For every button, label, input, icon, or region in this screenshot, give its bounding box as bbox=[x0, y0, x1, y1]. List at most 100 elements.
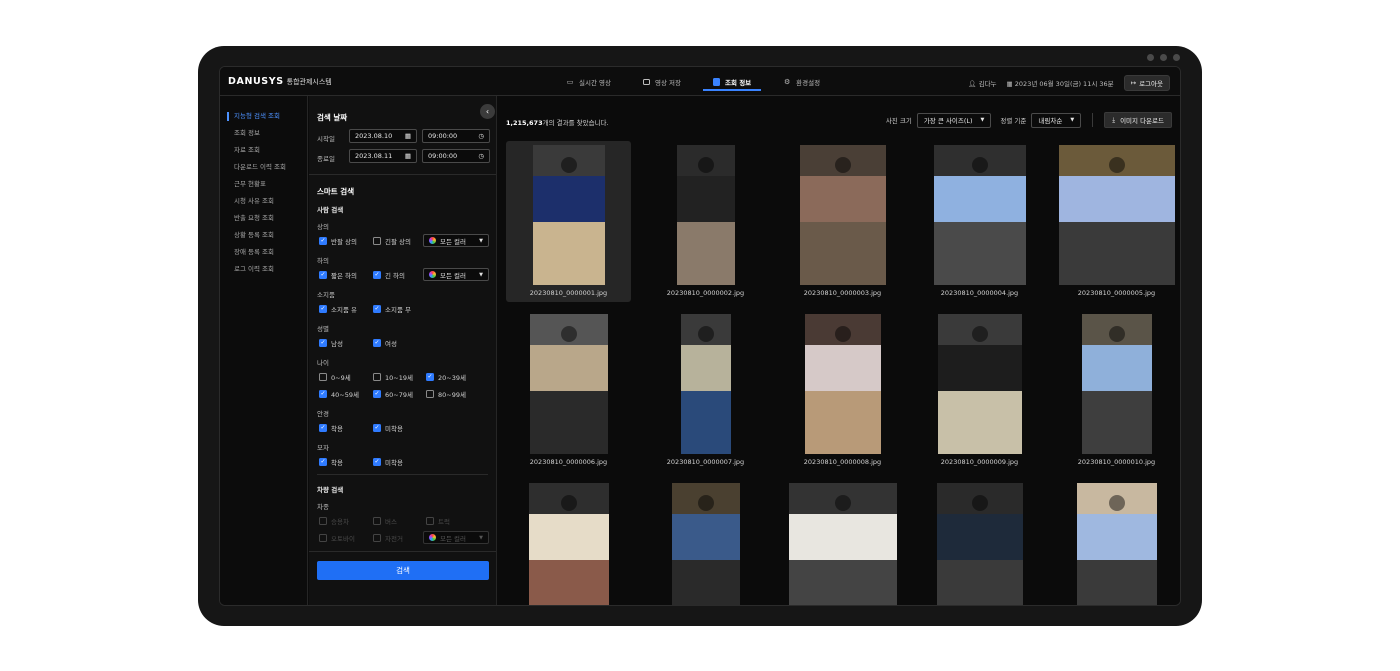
person-silhouette bbox=[697, 326, 714, 342]
sidebar-item-download-history[interactable]: 다운로드 이력 조회 bbox=[220, 159, 307, 176]
sort-select[interactable]: 내림차순 ▼ bbox=[1031, 112, 1082, 128]
glasses-worn-checkbox[interactable]: ✓ 착용 bbox=[319, 423, 343, 433]
start-date-input[interactable]: 2023.08.10 ▦ bbox=[349, 129, 417, 143]
tab-video-storage[interactable]: 영상 저장 bbox=[627, 67, 697, 96]
search-button[interactable]: 검색 bbox=[317, 561, 489, 580]
bag-yes-checkbox[interactable]: ✓ 소지품 유 bbox=[319, 304, 357, 314]
checkbox-box bbox=[373, 237, 381, 245]
end-date-input[interactable]: 2023.08.11 ▦ bbox=[349, 149, 417, 163]
clock-icon: ◷ bbox=[478, 152, 484, 160]
bus-checkbox[interactable]: 버스 bbox=[373, 516, 397, 526]
image-card[interactable]: 20230810_0000006.jpg bbox=[506, 310, 631, 471]
image-card[interactable]: 20230810_0000003.jpg bbox=[780, 141, 905, 302]
brand-logo: DANUSYS 통합관제시스템 bbox=[228, 76, 332, 87]
checkbox-box bbox=[373, 373, 381, 381]
person-silhouette bbox=[1108, 326, 1125, 342]
select-value: 모든 컬러 bbox=[440, 237, 466, 246]
result-controls: 사진 크기 가장 큰 사이즈(L) ▼ 정렬 기준 내림차순 ▼ ⤓ 이미지 다운로드 bbox=[886, 112, 1172, 128]
age-20-checkbox[interactable]: ✓ 20~39세 bbox=[426, 372, 466, 382]
person-thumbnail bbox=[936, 483, 1023, 605]
image-card[interactable]: 20230810_0000001.jpg bbox=[506, 141, 631, 302]
truck-checkbox[interactable]: 트럭 bbox=[426, 516, 450, 526]
car-checkbox[interactable]: 승용차 bbox=[319, 516, 349, 526]
checkbox-label: 미착용 bbox=[385, 459, 403, 467]
image-card[interactable]: 20230810_0000009.jpg bbox=[917, 310, 1042, 471]
tab-live-video[interactable]: ▭ 실시간 영상 bbox=[550, 67, 627, 96]
motorcycle-checkbox[interactable]: 오토바이 bbox=[319, 533, 355, 543]
sidebar-item-data-query[interactable]: 자료 조회 bbox=[220, 142, 307, 159]
collapse-panel-button[interactable]: ‹ bbox=[480, 104, 495, 119]
image-card[interactable] bbox=[917, 479, 1042, 605]
camera-icon: ▭ bbox=[566, 77, 574, 86]
image-card[interactable]: 20230810_0000007.jpg bbox=[643, 310, 768, 471]
bicycle-checkbox[interactable]: 자전거 bbox=[373, 533, 403, 543]
sidebar-item-smart-search[interactable]: 지능형 검색 조회 bbox=[220, 108, 307, 125]
glasses-not-worn-checkbox[interactable]: ✓ 미착용 bbox=[373, 423, 403, 433]
age-80-checkbox[interactable]: 80~99세 bbox=[426, 389, 466, 399]
age-0-checkbox[interactable]: 0~9세 bbox=[319, 372, 351, 382]
image-card[interactable]: 20230810_0000010.jpg bbox=[1054, 310, 1179, 471]
checkbox-label: 10~19세 bbox=[385, 374, 413, 382]
tab-query-info[interactable]: 조회 정보 bbox=[697, 67, 767, 96]
check-icon: ✓ bbox=[373, 390, 381, 398]
age-10-checkbox[interactable]: 10~19세 bbox=[373, 372, 413, 382]
sidebar-item-view-reason[interactable]: 시청 사유 조회 bbox=[220, 193, 307, 210]
female-checkbox[interactable]: ✓ 여성 bbox=[373, 338, 397, 348]
top-short-checkbox[interactable]: ✓ 반팔 상의 bbox=[319, 236, 357, 246]
bottom-color-select[interactable]: 모든 컬러 ▼ bbox=[423, 268, 489, 281]
download-images-button[interactable]: ⤓ 이미지 다운로드 bbox=[1104, 112, 1172, 128]
film-icon bbox=[642, 78, 650, 85]
logout-button[interactable]: ↦ 로그아웃 bbox=[1123, 75, 1170, 91]
clock-icon: ◷ bbox=[478, 132, 484, 140]
image-filename: 20230810_0000002.jpg bbox=[666, 289, 745, 297]
image-card[interactable]: 20230810_0000002.jpg bbox=[643, 141, 768, 302]
check-icon: ✓ bbox=[319, 271, 327, 279]
glasses-label: 안경 bbox=[317, 410, 329, 418]
sidebar-item-situation[interactable]: 상황 등록 조회 bbox=[220, 227, 307, 244]
top-color-select[interactable]: 모든 컬러 ▼ bbox=[423, 234, 489, 247]
caret-down-icon: ▼ bbox=[479, 237, 483, 244]
person-silhouette bbox=[560, 495, 577, 511]
image-card[interactable] bbox=[643, 479, 768, 605]
logout-icon: ↦ bbox=[1130, 79, 1137, 87]
age-60-checkbox[interactable]: ✓ 60~79세 bbox=[373, 389, 413, 399]
bottom-long-checkbox[interactable]: ✓ 긴 하의 bbox=[373, 270, 405, 280]
sidebar-item-fault[interactable]: 장애 등록 조회 bbox=[220, 244, 307, 261]
sidebar-item-work-status[interactable]: 근무 현황표 bbox=[220, 176, 307, 193]
calendar-icon: ▦ bbox=[404, 152, 411, 160]
image-card[interactable]: 20230810_0000005.jpg bbox=[1054, 141, 1179, 302]
hat-not-worn-checkbox[interactable]: ✓ 미착용 bbox=[373, 457, 403, 467]
logout-label: 로그아웃 bbox=[1139, 80, 1163, 88]
person-thumbnail bbox=[933, 145, 1026, 285]
checkbox-box bbox=[373, 517, 381, 525]
image-card[interactable]: 20230810_0000004.jpg bbox=[917, 141, 1042, 302]
person-silhouette bbox=[560, 157, 577, 173]
image-card[interactable] bbox=[780, 479, 905, 605]
checkbox-label: 미착용 bbox=[385, 425, 403, 433]
sidebar-item-export-request[interactable]: 반출 요청 조회 bbox=[220, 210, 307, 227]
chevron-left-icon: ‹ bbox=[485, 107, 490, 116]
check-icon: ✓ bbox=[319, 424, 327, 432]
person-silhouette bbox=[697, 157, 714, 173]
bag-no-checkbox[interactable]: ✓ 소지품 무 bbox=[373, 304, 411, 314]
image-filename: 20230810_0000004.jpg bbox=[940, 289, 1019, 297]
sidebar-item-log-history[interactable]: 로그 이력 조회 bbox=[220, 261, 307, 278]
tab-label: 실시간 영상 bbox=[579, 78, 611, 87]
photo-size-select[interactable]: 가장 큰 사이즈(L) ▼ bbox=[916, 112, 992, 128]
image-card[interactable] bbox=[1054, 479, 1179, 605]
tab-settings[interactable]: ⚙ 환경설정 bbox=[767, 67, 836, 96]
start-time-input[interactable]: 09:00:00 ◷ bbox=[422, 129, 490, 143]
image-card[interactable]: 20230810_0000008.jpg bbox=[780, 310, 905, 471]
checkbox-label: 자전거 bbox=[385, 535, 403, 543]
caret-down-icon: ▼ bbox=[479, 271, 483, 278]
male-checkbox[interactable]: ✓ 남성 bbox=[319, 338, 343, 348]
image-card[interactable] bbox=[506, 479, 631, 605]
caret-down-icon: ▼ bbox=[980, 117, 985, 123]
bottom-short-checkbox[interactable]: ✓ 짧은 하의 bbox=[319, 270, 357, 280]
vehicle-color-select[interactable]: 모든 컬러 ▼ bbox=[423, 531, 489, 544]
hat-worn-checkbox[interactable]: ✓ 착용 bbox=[319, 457, 343, 467]
sidebar-item-query-info[interactable]: 조회 정보 bbox=[220, 125, 307, 142]
end-time-input[interactable]: 09:00:00 ◷ bbox=[422, 149, 490, 163]
age-40-checkbox[interactable]: ✓ 40~59세 bbox=[319, 389, 359, 399]
top-long-checkbox[interactable]: 긴팔 상의 bbox=[373, 236, 411, 246]
